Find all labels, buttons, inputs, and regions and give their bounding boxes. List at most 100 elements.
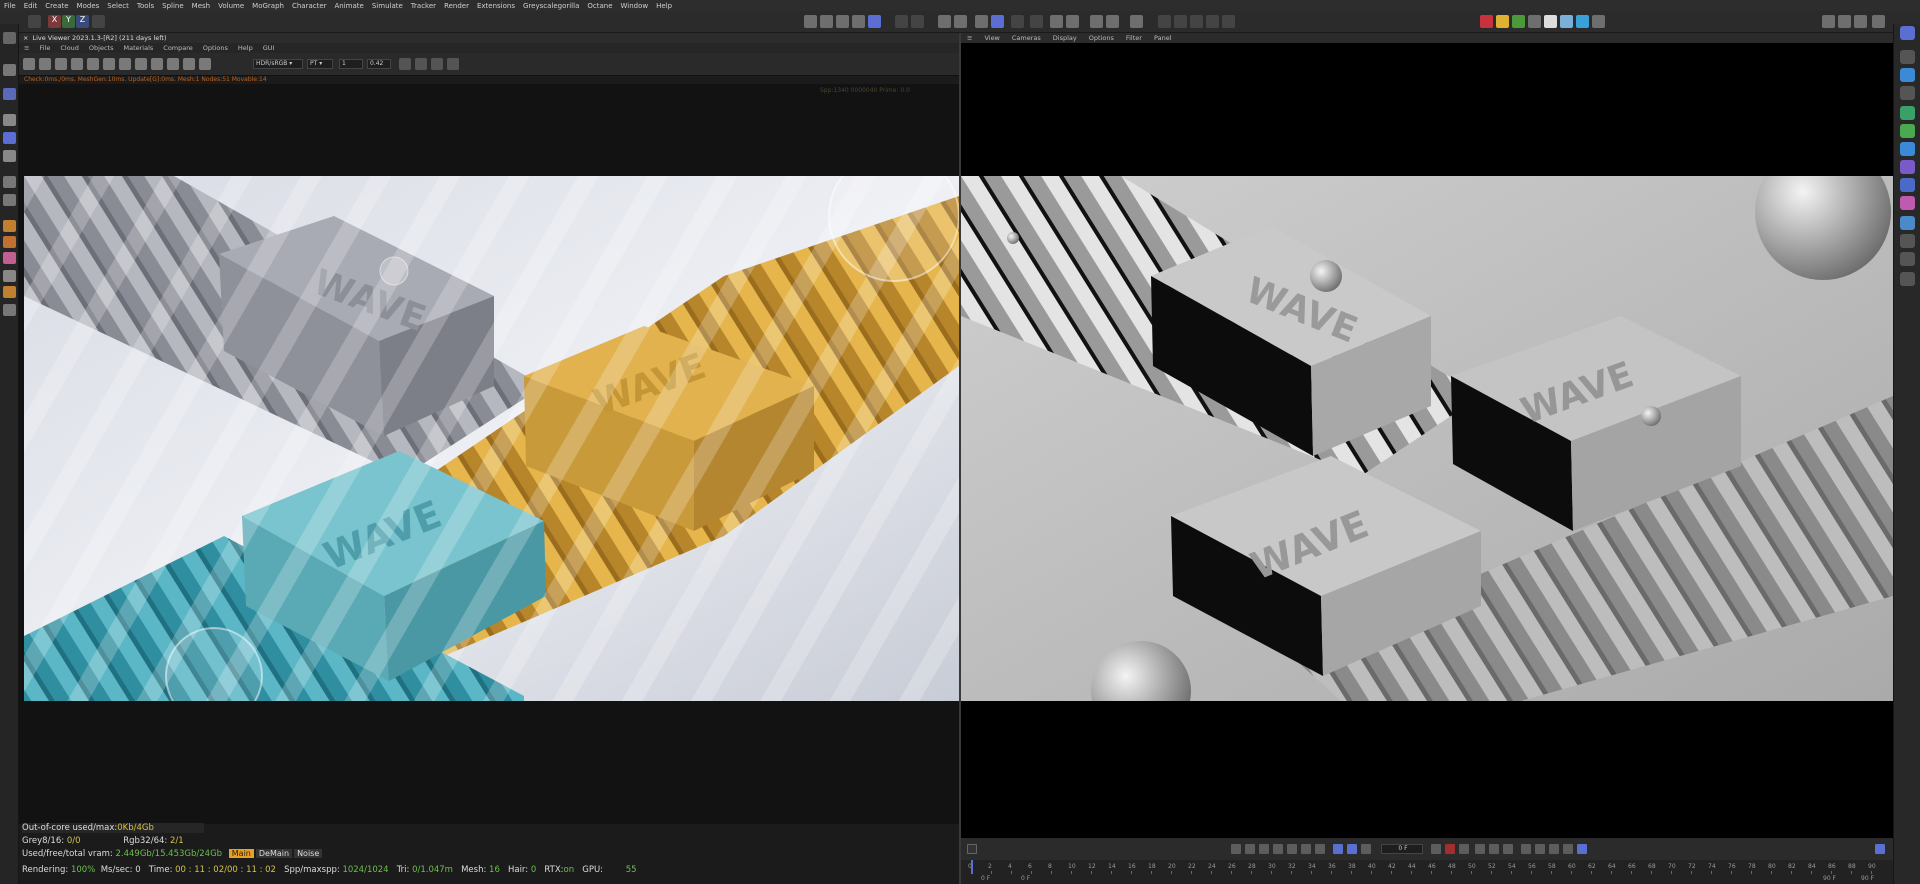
cloud-icon[interactable] bbox=[399, 58, 411, 70]
nurbs-icon[interactable] bbox=[911, 15, 924, 28]
axis-z-toggle[interactable]: Z bbox=[76, 15, 89, 28]
lasso-icon[interactable] bbox=[3, 304, 16, 316]
scene-icon[interactable] bbox=[1900, 178, 1915, 192]
kernel-select[interactable]: PT ▾ bbox=[307, 59, 333, 69]
keyframe-icon[interactable] bbox=[967, 844, 977, 854]
param-key-icon[interactable] bbox=[1521, 844, 1531, 854]
current-frame-field[interactable]: 0 F bbox=[1381, 844, 1423, 854]
end-frame-field[interactable]: 90 F bbox=[1861, 875, 1874, 882]
fcurve-icon[interactable] bbox=[1563, 844, 1573, 854]
extrude-icon[interactable] bbox=[3, 194, 16, 206]
next-key-icon[interactable] bbox=[1301, 844, 1311, 854]
film-region-icon[interactable] bbox=[167, 58, 179, 70]
spline-pen-icon[interactable] bbox=[3, 220, 16, 232]
record-icon[interactable] bbox=[1431, 844, 1441, 854]
undo-icon[interactable] bbox=[28, 15, 41, 28]
menu-window[interactable]: Window bbox=[617, 2, 653, 10]
color-space-select[interactable]: HDR/sRGB ▾ bbox=[253, 59, 303, 69]
send-scene-icon[interactable] bbox=[55, 58, 67, 70]
menu-mograph[interactable]: MoGraph bbox=[248, 2, 288, 10]
region-icon[interactable] bbox=[119, 58, 131, 70]
rotation-key-icon[interactable] bbox=[1489, 844, 1499, 854]
light-icon[interactable] bbox=[1900, 234, 1915, 248]
loop-icon[interactable] bbox=[1333, 844, 1343, 854]
menu-modes[interactable]: Modes bbox=[73, 2, 104, 10]
clay-mode-icon[interactable] bbox=[199, 58, 211, 70]
snap-icon[interactable] bbox=[954, 15, 967, 28]
gsg-icon[interactable] bbox=[1512, 15, 1525, 28]
sun-icon[interactable] bbox=[1496, 15, 1509, 28]
lv-menu-compare[interactable]: Compare bbox=[158, 44, 198, 52]
menu-create[interactable]: Create bbox=[41, 2, 72, 10]
snap-move-icon[interactable] bbox=[3, 88, 16, 100]
position-key-icon[interactable] bbox=[1475, 844, 1485, 854]
lv-menu-objects[interactable]: Objects bbox=[84, 44, 119, 52]
menu-character[interactable]: Character bbox=[288, 2, 331, 10]
vp-menu-filter[interactable]: Filter bbox=[1120, 34, 1148, 42]
hamburger-icon[interactable]: ≡ bbox=[19, 44, 34, 52]
settings-icon[interactable] bbox=[87, 58, 99, 70]
menu-extensions[interactable]: Extensions bbox=[473, 2, 519, 10]
layout-icon[interactable] bbox=[1900, 26, 1915, 40]
menu-volume[interactable]: Volume bbox=[214, 2, 248, 10]
menu-simulate[interactable]: Simulate bbox=[368, 2, 407, 10]
octane-object-icon[interactable] bbox=[1576, 15, 1589, 28]
camera-snapshot-icon[interactable] bbox=[431, 58, 443, 70]
generator-icon[interactable] bbox=[1900, 106, 1915, 120]
octane-texture-icon[interactable] bbox=[1560, 15, 1573, 28]
spline-sketch-icon[interactable] bbox=[3, 236, 16, 248]
pause-icon[interactable] bbox=[71, 58, 83, 70]
vp-menu-panel[interactable]: Panel bbox=[1148, 34, 1178, 42]
environment-icon[interactable] bbox=[1900, 252, 1915, 266]
text-icon[interactable] bbox=[1900, 86, 1915, 100]
expand-timeline-icon[interactable] bbox=[1875, 844, 1885, 854]
tag-icon[interactable] bbox=[1900, 196, 1915, 210]
mode-noise-button[interactable]: Noise bbox=[294, 849, 323, 858]
search-icon[interactable] bbox=[3, 32, 16, 44]
quantize-icon[interactable] bbox=[1066, 15, 1079, 28]
menu-file[interactable]: File bbox=[0, 2, 20, 10]
render-icon[interactable] bbox=[820, 15, 833, 28]
mode-main-button[interactable]: Main bbox=[228, 849, 254, 858]
octane-material-icon[interactable] bbox=[1544, 15, 1557, 28]
close-icon[interactable]: × bbox=[23, 34, 28, 42]
selection-icon[interactable] bbox=[3, 64, 16, 76]
menu-greyscalegorilla[interactable]: Greyscalegorilla bbox=[519, 2, 583, 10]
menu-tracker[interactable]: Tracker bbox=[407, 2, 440, 10]
cube-object-icon[interactable] bbox=[1900, 68, 1915, 82]
preview-end-field[interactable]: 90 F bbox=[1823, 875, 1836, 882]
cloner-icon[interactable] bbox=[1900, 124, 1915, 138]
vp-menu-cameras[interactable]: Cameras bbox=[1006, 34, 1047, 42]
menu-mesh[interactable]: Mesh bbox=[188, 2, 214, 10]
spline-smooth-icon[interactable] bbox=[3, 252, 16, 264]
cube-primitive-icon[interactable] bbox=[1900, 50, 1915, 64]
grid-icon[interactable] bbox=[975, 15, 988, 28]
axis-y-toggle[interactable]: Y bbox=[62, 15, 75, 28]
scale-key-icon[interactable] bbox=[1503, 844, 1513, 854]
menu-tools[interactable]: Tools bbox=[133, 2, 158, 10]
viewport-clay-render[interactable]: WAVE WAVE WAVE bbox=[961, 176, 1893, 701]
lv-menu-materials[interactable]: Materials bbox=[118, 44, 158, 52]
lock-icon[interactable] bbox=[1030, 15, 1043, 28]
go-to-start-icon[interactable] bbox=[1231, 844, 1241, 854]
frame-input[interactable]: 1 bbox=[339, 59, 363, 69]
mode-demain-button[interactable]: DeMain bbox=[255, 849, 293, 858]
vp-menu-view[interactable]: View bbox=[978, 34, 1005, 42]
picture-viewer-icon[interactable] bbox=[1822, 15, 1835, 28]
material-pick-icon[interactable] bbox=[183, 58, 195, 70]
field-icon[interactable] bbox=[1900, 160, 1915, 174]
view-solo-hierarchy-icon[interactable] bbox=[1106, 15, 1119, 28]
next-frame-icon[interactable] bbox=[1287, 844, 1297, 854]
spline-tool-icon[interactable] bbox=[895, 15, 908, 28]
restart-icon[interactable] bbox=[39, 58, 51, 70]
menu-select[interactable]: Select bbox=[103, 2, 133, 10]
octane-tools-icon[interactable] bbox=[1592, 15, 1605, 28]
camera-icon[interactable] bbox=[1900, 216, 1915, 230]
scale-icon[interactable] bbox=[3, 150, 16, 162]
hamburger-icon[interactable]: ≡ bbox=[961, 34, 978, 42]
menu-render[interactable]: Render bbox=[440, 2, 473, 10]
render-view-icon[interactable] bbox=[804, 15, 817, 28]
autokey-icon[interactable] bbox=[1445, 844, 1455, 854]
lv-menu-options[interactable]: Options bbox=[198, 44, 233, 52]
menu-help[interactable]: Help bbox=[652, 2, 676, 10]
